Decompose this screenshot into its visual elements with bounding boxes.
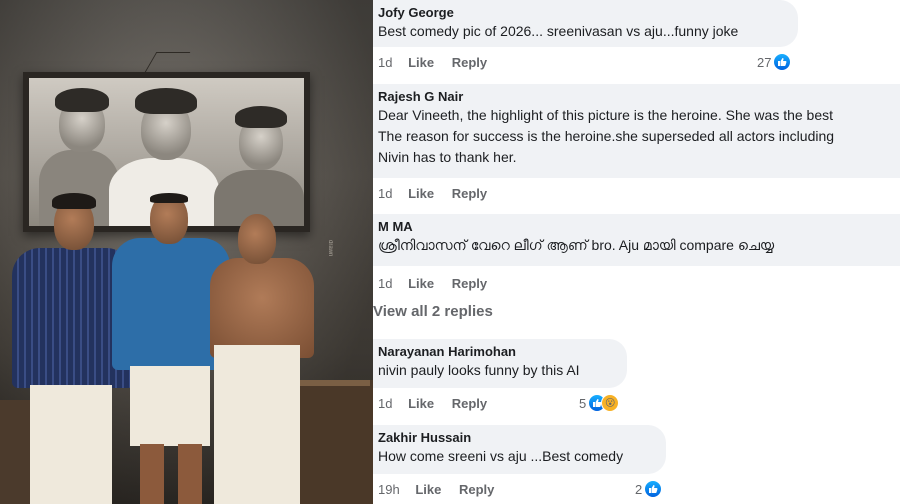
- comment-author[interactable]: M MA: [378, 219, 894, 235]
- comment-author[interactable]: Zakhir Hussain: [378, 430, 660, 446]
- comment-actions: 1d Like Reply: [378, 55, 501, 70]
- reaction-count: 27: [757, 54, 772, 70]
- comment-actions: 1d Like Reply: [378, 276, 501, 291]
- reaction-count: 2: [635, 481, 643, 497]
- comment-text-line: The reason for success is the heroine.sh…: [378, 128, 835, 144]
- comment-text: Best comedy pic of 2026... sreenivasan v…: [378, 23, 739, 39]
- right-leg: [178, 444, 202, 504]
- comment-text-line: Dear Vineeth, the highlight of this pict…: [378, 107, 834, 123]
- poster-watermark: drawn: [327, 240, 333, 257]
- like-button[interactable]: Like: [408, 55, 434, 70]
- comment-author[interactable]: Rajesh G Nair: [378, 89, 894, 105]
- photo-person-2-hair: [135, 88, 197, 114]
- reaction-summary[interactable]: 5 😮: [579, 394, 620, 412]
- like-button[interactable]: Like: [408, 396, 434, 411]
- like-button[interactable]: Like: [408, 186, 434, 201]
- head: [238, 214, 276, 264]
- chair: [300, 380, 370, 386]
- wow-icon: 😮: [601, 394, 620, 412]
- comment-time[interactable]: 19h: [378, 482, 400, 497]
- reply-button[interactable]: Reply: [459, 482, 494, 497]
- like-icon: [773, 53, 792, 71]
- white-mundu: [214, 345, 300, 504]
- comment-bubble: M MA ശ്രീനിവാസന് വേറെ ലീഗ് ആണ് bro. Aju …: [373, 214, 900, 266]
- comment-actions: 1d Like Reply: [378, 396, 501, 411]
- comment-bubble: Rajesh G Nair Dear Vineeth, the highligh…: [373, 84, 900, 178]
- reaction-summary[interactable]: 27: [757, 53, 792, 71]
- comment-actions: 19h Like Reply: [378, 482, 508, 497]
- bare-torso: [210, 258, 314, 358]
- comment-time[interactable]: 1d: [378, 186, 392, 201]
- left-leg: [140, 444, 164, 504]
- reply-button[interactable]: Reply: [452, 396, 487, 411]
- reaction-count: 5: [579, 395, 587, 411]
- like-button[interactable]: Like: [415, 482, 441, 497]
- comment-bubble: Jofy George Best comedy pic of 2026... s…: [373, 0, 798, 47]
- hair: [52, 193, 96, 209]
- comment-bubble: Zakhir Hussain How come sreeni vs aju ..…: [373, 425, 666, 474]
- comment-time[interactable]: 1d: [378, 55, 392, 70]
- comment-bubble: Narayanan Harimohan nivin pauly looks fu…: [373, 339, 627, 388]
- hair: [150, 193, 188, 203]
- reply-button[interactable]: Reply: [452, 55, 487, 70]
- comment-text: ശ്രീനിവാസന് വേറെ ലീഗ് ആണ് bro. Aju മായി …: [378, 237, 775, 253]
- comment-time[interactable]: 1d: [378, 396, 392, 411]
- like-button[interactable]: Like: [408, 276, 434, 291]
- reply-button[interactable]: Reply: [452, 276, 487, 291]
- comment-time[interactable]: 1d: [378, 276, 392, 291]
- comment-actions: 1d Like Reply: [378, 186, 501, 201]
- like-icon: [644, 480, 663, 498]
- photo-person-3-hair: [235, 106, 287, 128]
- comment-author[interactable]: Jofy George: [378, 5, 792, 21]
- photo-person-1-hair: [55, 88, 109, 112]
- comment-text-line: Nivin has to thank her.: [378, 149, 517, 165]
- comments-panel: Jofy George Best comedy pic of 2026... s…: [373, 0, 900, 504]
- reply-button[interactable]: Reply: [452, 186, 487, 201]
- comment-text: nivin pauly looks funny by this AI: [378, 362, 580, 378]
- movie-poster-image[interactable]: drawn: [0, 0, 373, 504]
- view-all-replies-link[interactable]: View all 2 replies: [373, 303, 493, 320]
- comment-author[interactable]: Narayanan Harimohan: [378, 344, 621, 360]
- white-mundu: [30, 385, 112, 504]
- white-shorts: [130, 366, 210, 446]
- reaction-summary[interactable]: 2: [635, 480, 663, 498]
- wooden-table: [290, 380, 373, 504]
- comment-text: How come sreeni vs aju ...Best comedy: [378, 448, 624, 464]
